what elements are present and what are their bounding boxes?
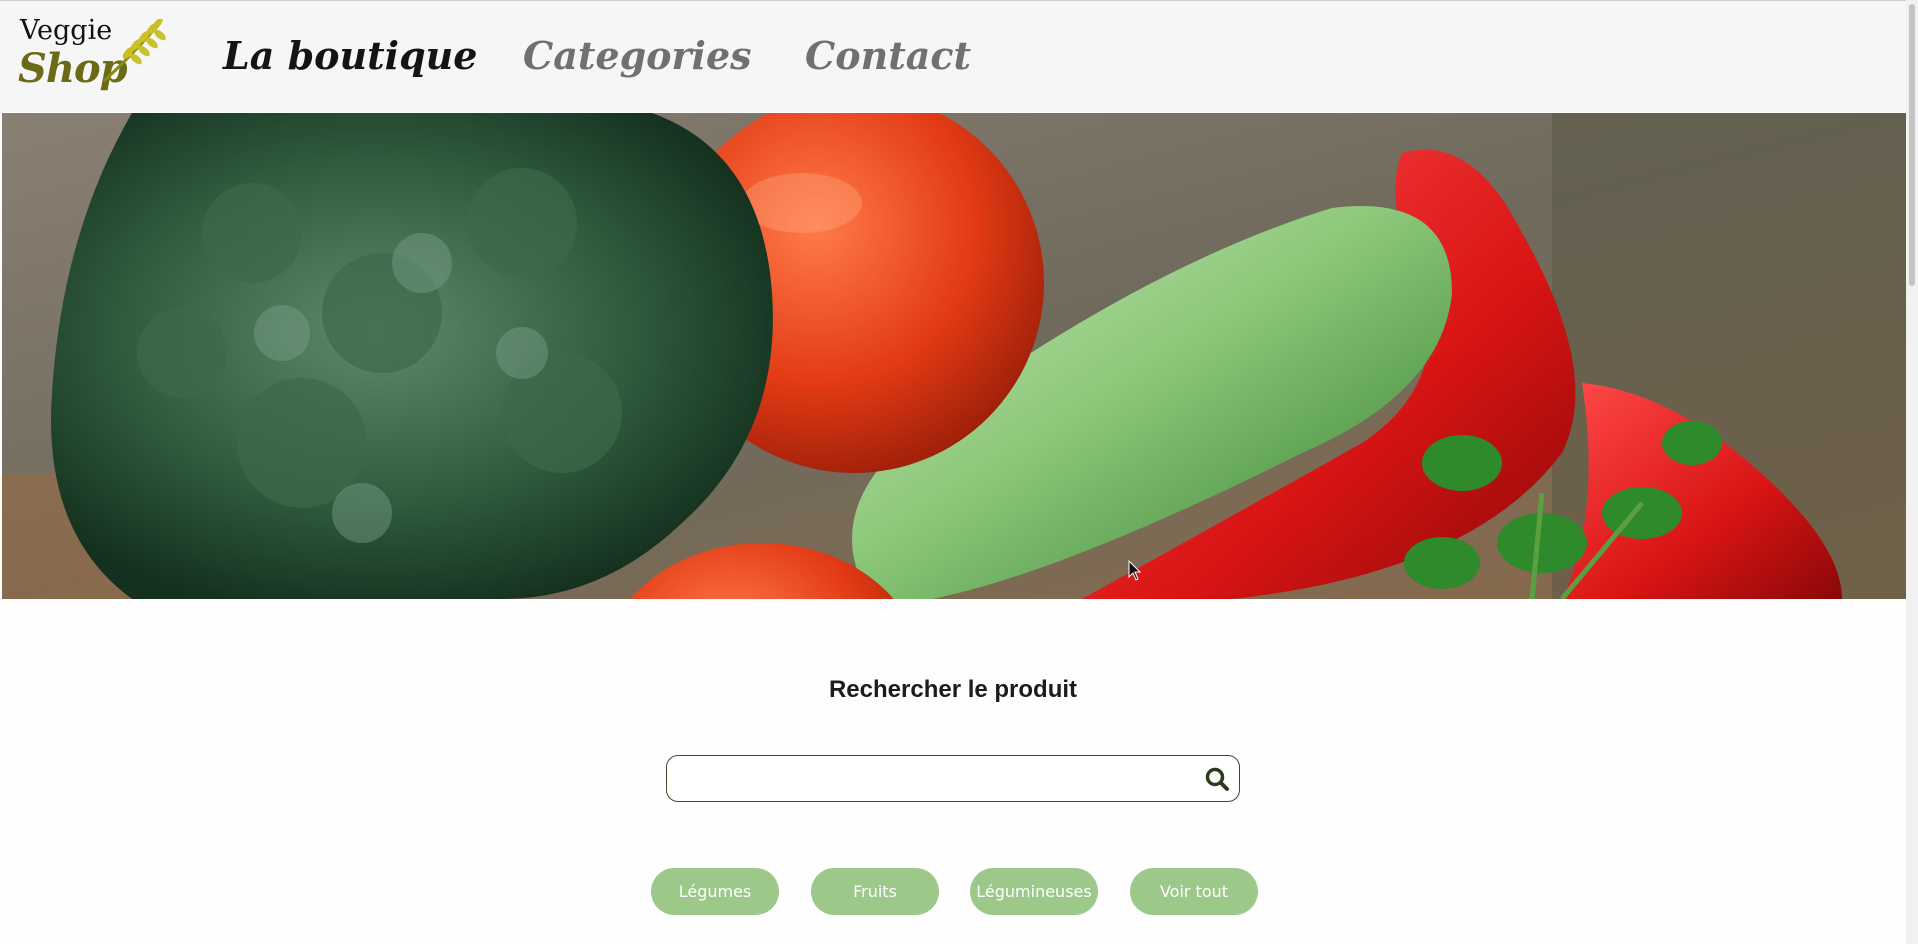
category-button-voir-tout[interactable]: Voir tout — [1130, 868, 1258, 915]
wheat-icon — [102, 19, 166, 83]
hero-banner-image — [2, 113, 1906, 599]
search-icon[interactable] — [1201, 763, 1233, 795]
search-input[interactable] — [681, 764, 1185, 794]
scrollbar-thumb[interactable] — [1909, 4, 1915, 286]
page: Veggie Shop La boutique Categories Conta… — [0, 0, 1918, 944]
veggie-shop-logo[interactable]: Veggie Shop — [18, 15, 166, 99]
logo-text-veggie: Veggie — [20, 15, 113, 46]
nav-link-categories[interactable]: Categories — [523, 33, 752, 78]
site-header: Veggie Shop La boutique Categories Conta… — [0, 0, 1906, 112]
page-scrollbar[interactable] — [1906, 0, 1918, 944]
nav-link-contact[interactable]: Contact — [805, 33, 971, 78]
search-title: Rechercher le produit — [828, 676, 1078, 703]
category-button-legumes[interactable]: Légumes — [651, 868, 779, 915]
vegetables-illustration — [2, 113, 1906, 599]
category-button-legumineuses[interactable]: Légumineuses — [970, 868, 1098, 915]
mouse-cursor-icon — [1128, 560, 1142, 581]
category-button-fruits[interactable]: Fruits — [811, 868, 939, 915]
search-box — [666, 755, 1240, 802]
nav-link-la-boutique[interactable]: La boutique — [223, 33, 477, 78]
